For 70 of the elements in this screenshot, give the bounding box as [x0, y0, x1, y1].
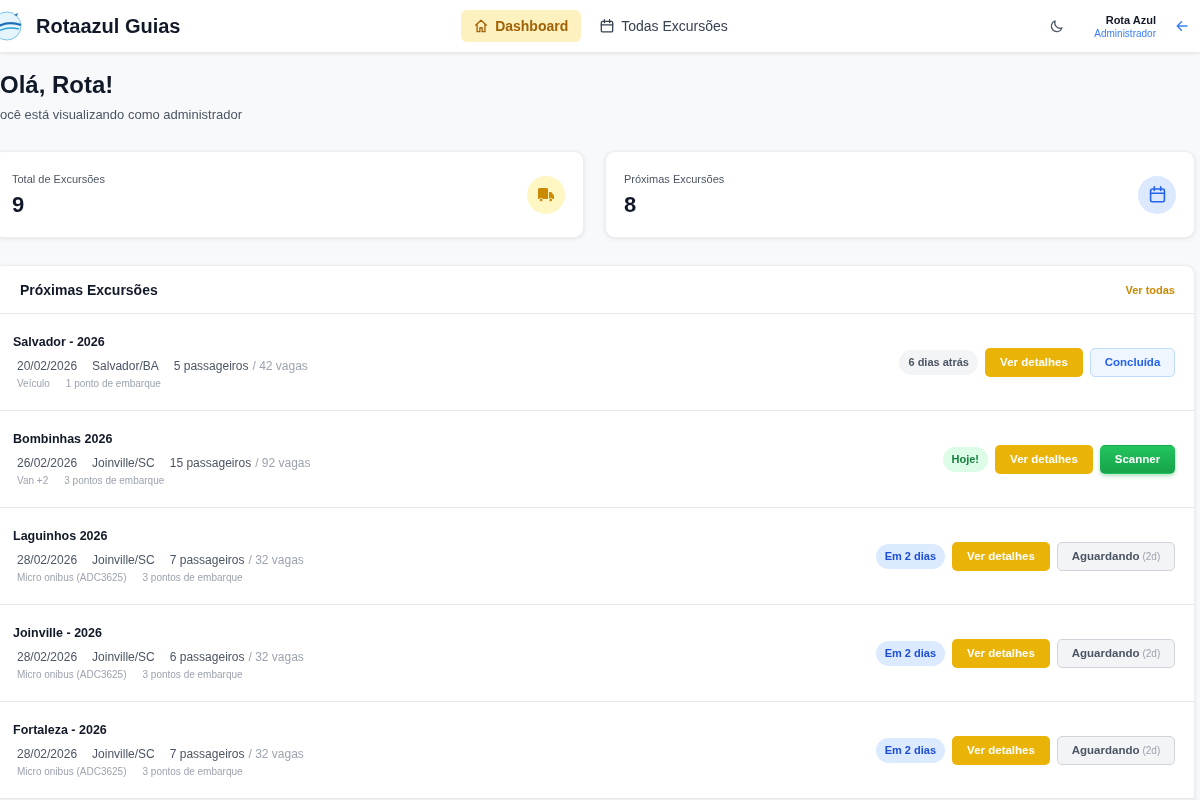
home-icon — [474, 19, 489, 33]
excursion-name: Joinville - 2026 — [13, 626, 103, 640]
countdown-badge: Em 2 dias — [875, 543, 945, 569]
waiting-button[interactable]: Aguardando (2d) — [1057, 541, 1175, 571]
excursion-name: Salvador - 2026 — [13, 335, 106, 349]
excursion-name: Laguinhos 2026 — [13, 529, 109, 543]
boarding-points: 3 pontos de embarque — [142, 669, 243, 680]
brand-name: Rotaazul Guias — [36, 14, 181, 38]
seat-count: / 32 vagas — [248, 650, 304, 664]
stat-value: 9 — [12, 192, 26, 217]
vehicle-label: Micro onibus (ADC3625) — [17, 766, 127, 777]
logo-icon — [0, 11, 22, 41]
details-button[interactable]: Ver detalhes — [952, 735, 1050, 765]
nav-tab[interactable]: Todas Excursões — [587, 10, 741, 42]
truck-icon — [527, 175, 565, 214]
seat-count: / 32 vagas — [248, 747, 304, 761]
excursion-name: Bombinhas 2026 — [13, 432, 114, 446]
details-button[interactable]: Ver detalhes — [952, 541, 1050, 571]
vehicle-label: Micro onibus (ADC3625) — [17, 572, 127, 583]
details-button[interactable]: Ver detalhes — [995, 444, 1093, 474]
panel-title: Próximas Excursões — [20, 281, 158, 298]
waiting-button[interactable]: Aguardando (2d) — [1057, 735, 1175, 765]
greeting-title: Olá, Rota! — [0, 70, 115, 100]
excursion-date: 28/02/2026 — [17, 553, 78, 567]
greeting-subtitle: ocê está visualizando como administrador — [0, 107, 244, 123]
completed-button[interactable]: Concluída — [1090, 347, 1175, 377]
boarding-points: 3 pontos de embarque — [64, 475, 165, 486]
view-all-link[interactable]: Ver todas — [1125, 283, 1175, 296]
details-button[interactable]: Ver detalhes — [985, 347, 1083, 377]
calendar-icon — [1138, 175, 1176, 214]
vehicle-label: Van +2 — [17, 475, 49, 486]
passenger-count: 7 passageiros — [169, 553, 245, 567]
vehicle-label: Micro onibus (ADC3625) — [17, 669, 127, 680]
user-role: Administrador — [1094, 27, 1156, 39]
countdown-badge: Em 2 dias — [875, 640, 945, 666]
time-ago-badge: 6 dias atrás — [899, 349, 978, 375]
vehicle-label: Veículo — [17, 378, 50, 389]
countdown-badge: Em 2 dias — [875, 737, 945, 763]
passenger-count: 5 passageiros — [173, 359, 249, 373]
stat-label: Total de Excursões — [12, 172, 105, 185]
seat-count: / 92 vagas — [255, 456, 311, 470]
details-button[interactable]: Ver detalhes — [952, 638, 1050, 668]
excursion-city: Joinville/SC — [92, 456, 155, 470]
boarding-points: 1 ponto de embarque — [65, 378, 161, 389]
passenger-count: 15 passageiros — [169, 456, 252, 470]
excursion-date: 20/02/2026 — [17, 359, 78, 373]
excursion-date: 28/02/2026 — [17, 747, 78, 761]
passenger-count: 7 passageiros — [169, 747, 245, 761]
calendar-icon — [600, 19, 615, 33]
excursion-name: Fortaleza - 2026 — [13, 723, 108, 737]
user-name: Rota Azul — [1104, 13, 1156, 26]
excursion-city: Joinville/SC — [92, 650, 155, 664]
arrow-left-icon[interactable] — [1176, 20, 1188, 32]
stat-value: 8 — [624, 192, 638, 217]
seat-count: / 42 vagas — [252, 359, 308, 373]
today-badge: Hoje! — [942, 446, 988, 472]
excursion-date: 26/02/2026 — [17, 456, 78, 470]
moon-icon[interactable] — [1050, 19, 1065, 33]
excursion-city: Joinville/SC — [92, 553, 155, 567]
nav-tab[interactable]: Dashboard — [461, 10, 582, 42]
excursion-date: 28/02/2026 — [17, 650, 78, 664]
boarding-points: 3 pontos de embarque — [142, 766, 243, 777]
excursion-city: Joinville/SC — [92, 747, 155, 761]
scanner-button[interactable]: Scanner — [1100, 444, 1175, 474]
passenger-count: 6 passageiros — [169, 650, 245, 664]
excursion-city: Salvador/BA — [92, 359, 159, 373]
stat-label: Próximas Excursões — [624, 172, 725, 185]
boarding-points: 3 pontos de embarque — [142, 572, 243, 583]
seat-count: / 32 vagas — [248, 553, 304, 567]
waiting-button[interactable]: Aguardando (2d) — [1057, 638, 1175, 668]
